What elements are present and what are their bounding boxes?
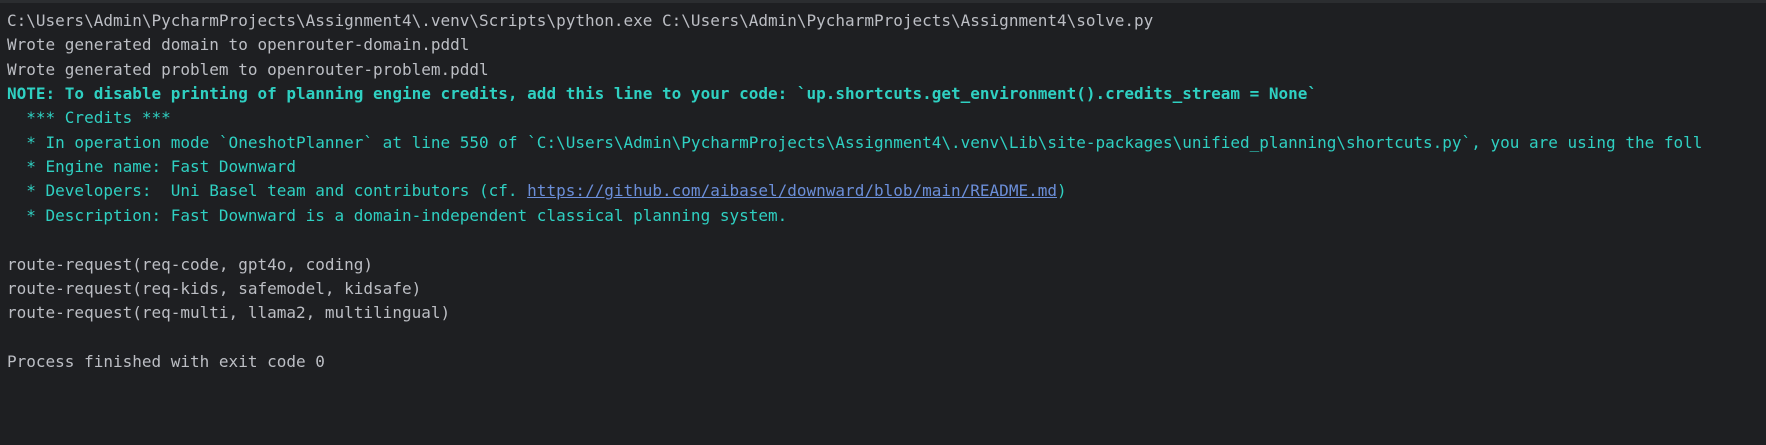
plan-step-1: route-request(req-code, gpt4o, coding) [7, 255, 374, 274]
note-line: NOTE: To disable printing of planning en… [7, 84, 1318, 103]
credits-header-line: *** Credits *** [7, 108, 171, 127]
developers-prefix: * Developers: Uni Basel team and contrib… [7, 181, 528, 200]
command-line: C:\Users\Admin\PycharmProjects\Assignmen… [7, 11, 1154, 30]
exit-message-line: Process finished with exit code 0 [7, 352, 325, 371]
developers-suffix: ) [1056, 181, 1067, 200]
wrote-domain-line: Wrote generated domain to openrouter-dom… [7, 35, 470, 54]
plan-step-2: route-request(req-kids, safemodel, kidsa… [7, 279, 422, 298]
plan-step-3: route-request(req-multi, llama2, multili… [7, 303, 451, 322]
wrote-problem-line: Wrote generated problem to openrouter-pr… [7, 60, 489, 79]
credits-mode-line: * In operation mode `OneshotPlanner` at … [7, 133, 1703, 152]
developers-line: * Developers: Uni Basel team and contrib… [7, 179, 1067, 203]
engine-name-line: * Engine name: Fast Downward [7, 157, 296, 176]
readme-link[interactable]: https://github.com/aibasel/downward/blob… [527, 181, 1057, 200]
description-line: * Description: Fast Downward is a domain… [7, 206, 788, 225]
run-console-output[interactable]: C:\Users\Admin\PycharmProjects\Assignmen… [0, 0, 1766, 445]
